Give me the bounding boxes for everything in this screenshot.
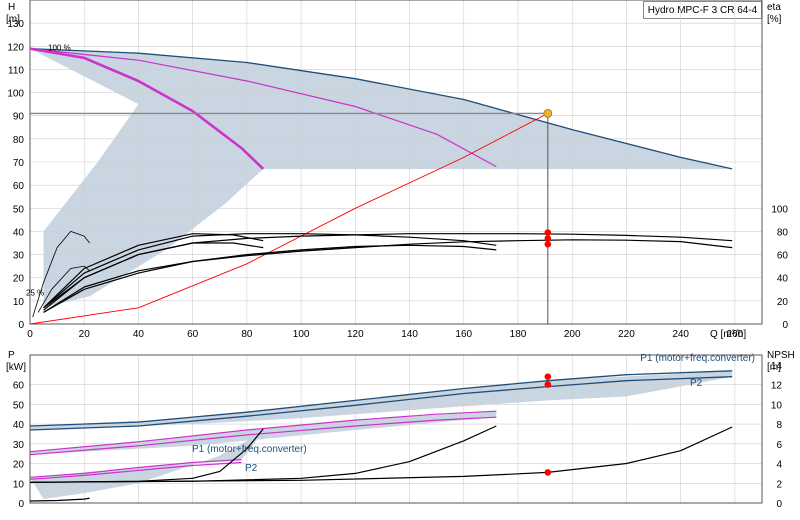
x-tick-label: 160	[455, 329, 472, 340]
y-tick-label: 60	[13, 181, 25, 192]
x-tick-label: 240	[672, 329, 689, 340]
label-p1-large: P1 (motor+freq.converter)	[640, 353, 755, 364]
y-tick-label: 50	[13, 204, 25, 215]
y-tick-label: 70	[13, 158, 25, 169]
npsh-point	[544, 469, 552, 476]
label-p1-small: P1 (motor+freq.converter)	[192, 444, 307, 455]
label-100-percent: 100 %	[48, 43, 71, 52]
y-tick-label: 10	[13, 297, 25, 308]
y-tick-label: 30	[13, 251, 25, 262]
p-tick-label: 50	[13, 400, 25, 411]
y2-tick-label: 0	[782, 320, 788, 331]
power-point-1	[544, 381, 552, 388]
duty-point	[543, 109, 553, 118]
p-axis-unit: [kW]	[6, 362, 26, 373]
x-tick-label: 140	[401, 329, 418, 340]
y-tick-label: 100	[7, 89, 24, 100]
npsh-tick-label: 6	[776, 440, 782, 451]
y-tick-label: 90	[13, 112, 25, 123]
eta-point-0	[544, 229, 552, 236]
x-tick-label: 80	[241, 329, 253, 340]
p-axis-title: P	[8, 350, 15, 361]
eta-point-2	[544, 240, 552, 248]
x-tick-label: 0	[27, 329, 33, 340]
y-axis-unit: [m]	[6, 14, 20, 25]
x-tick-label: 60	[187, 329, 199, 340]
y2-tick-label: 40	[777, 274, 789, 285]
x-tick-label: 100	[293, 329, 310, 340]
y2-tick-label: 80	[777, 227, 789, 238]
x-tick-label: 120	[347, 329, 364, 340]
y-tick-label: 80	[13, 135, 25, 146]
power-point-0	[544, 373, 552, 381]
p-tick-label: 10	[13, 479, 25, 490]
x-tick-label: 220	[618, 329, 635, 340]
npsh-tick-label: 12	[771, 381, 783, 392]
operating-range-band	[30, 48, 733, 308]
y-tick-label: 120	[7, 42, 24, 53]
y-tick-label: 0	[18, 320, 24, 331]
y2-tick-label: 60	[777, 251, 789, 262]
y2-axis-unit: [%]	[767, 14, 782, 25]
y-tick-label: 110	[8, 65, 24, 76]
npsh-tick-label: 10	[771, 400, 783, 411]
npsh-tick-label: 0	[776, 499, 782, 510]
y-tick-label: 40	[13, 227, 25, 238]
y2-tick-label: 20	[777, 297, 789, 308]
x-tick-label: 40	[133, 329, 145, 340]
label-25-percent: 25 %	[26, 289, 44, 298]
x-tick-label: 200	[564, 329, 581, 340]
eta-point-1	[544, 235, 552, 242]
npsh-tick-label: 4	[776, 460, 782, 471]
label-p2-small: P2	[245, 463, 258, 474]
p-tick-label: 0	[18, 499, 24, 510]
npsh-tick-label: 2	[776, 479, 782, 490]
p-tick-label: 40	[13, 420, 25, 431]
npsh-axis-unit: [m]	[767, 362, 781, 373]
x-tick-label: 20	[79, 329, 91, 340]
npsh-axis-title: NPSH	[767, 350, 795, 361]
y2-axis-title: eta	[767, 2, 781, 13]
y-axis-title: H	[8, 2, 15, 13]
label-p2-large: P2	[690, 378, 703, 389]
bottom-series-npsh-black-9	[29, 497, 90, 502]
x-axis-title: Q [m³/h]	[710, 329, 746, 340]
x-tick-label: 180	[510, 329, 527, 340]
y2-tick-label: 100	[771, 204, 788, 215]
pump-performance-chart: 0 20 40 60 80 100 120 140 160 180 200 220 240 2600102…	[6, 0, 795, 510]
y-tick-label: 20	[13, 274, 25, 285]
npsh-tick-label: 8	[776, 420, 782, 431]
p-tick-label: 30	[13, 440, 25, 451]
p-tick-label: 20	[13, 460, 25, 471]
p-tick-label: 60	[13, 381, 25, 392]
